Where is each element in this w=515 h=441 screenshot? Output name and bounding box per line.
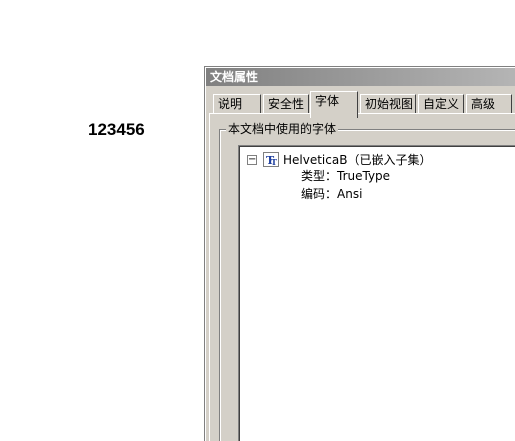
fonts-groupbox-label: 本文档中使用的字体 bbox=[226, 122, 339, 136]
font-name: HelveticaB（已嵌入子集） bbox=[283, 153, 432, 167]
tab-label: 字体 bbox=[315, 94, 340, 108]
document-text: 123456 bbox=[88, 120, 145, 139]
tab-label: 高级 bbox=[471, 97, 496, 111]
tab-label: 初始视图 bbox=[365, 97, 414, 111]
fonts-tree[interactable]: − T T HelveticaB（已嵌入子集） 类型：TrueType 编码：A… bbox=[238, 145, 515, 441]
tab-description[interactable]: 说明 bbox=[213, 94, 261, 113]
collapse-toggle-icon[interactable]: − bbox=[247, 155, 257, 165]
tab-panel-left-edge bbox=[209, 113, 210, 441]
dialog-title: 文档属性 bbox=[210, 70, 259, 84]
tab-label: 自定义 bbox=[423, 97, 460, 111]
tab-custom[interactable]: 自定义 bbox=[418, 94, 464, 113]
tab-label: 安全性 bbox=[268, 97, 305, 111]
page: 123456 文档属性 说明 安全性 字体 初始视图 自定义 高级 本文档中使用… bbox=[0, 0, 515, 441]
tab-fonts[interactable]: 字体 bbox=[310, 91, 358, 118]
font-type: 类型：TrueType bbox=[301, 169, 391, 183]
font-encoding: 编码：Ansi bbox=[301, 187, 363, 201]
tab-initial-view[interactable]: 初始视图 bbox=[360, 94, 416, 113]
tab-panel-top-edge bbox=[209, 113, 515, 114]
tab-advanced[interactable]: 高级 bbox=[466, 94, 512, 113]
svg-text:T: T bbox=[271, 157, 277, 167]
tab-security[interactable]: 安全性 bbox=[263, 94, 309, 113]
dialog-titlebar[interactable]: 文档属性 bbox=[206, 68, 515, 86]
truetype-font-icon: T T bbox=[263, 152, 279, 167]
tab-label: 说明 bbox=[218, 97, 243, 111]
